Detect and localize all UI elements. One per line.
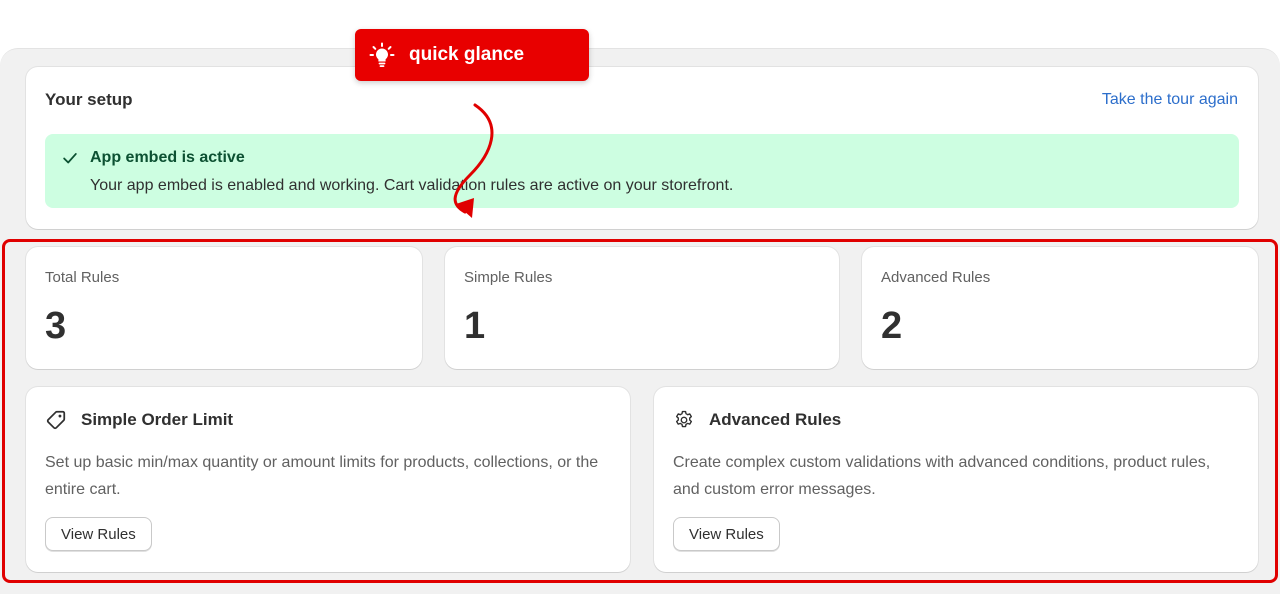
stat-value: 1 xyxy=(464,305,486,347)
feature-header: Simple Order Limit xyxy=(45,409,233,431)
advanced-rules-card: Advanced Rules Create complex custom val… xyxy=(654,387,1258,572)
stat-label: Total Rules xyxy=(45,269,120,286)
take-tour-link[interactable]: Take the tour again xyxy=(1102,91,1238,109)
stat-card-total-rules: Total Rules 3 xyxy=(26,247,422,369)
simple-order-limit-card: Simple Order Limit Set up basic min/max … xyxy=(26,387,630,572)
feature-title: Simple Order Limit xyxy=(81,410,234,429)
annotation-callout: quick glance xyxy=(355,29,589,81)
tag-icon xyxy=(46,410,66,430)
feature-header: Advanced Rules xyxy=(673,409,841,431)
stat-value: 2 xyxy=(881,305,903,347)
lightbulb-icon xyxy=(369,42,395,67)
stat-label: Advanced Rules xyxy=(881,269,991,286)
stat-card-advanced-rules: Advanced Rules 2 xyxy=(862,247,1258,369)
checkmark-icon xyxy=(63,153,77,164)
feature-title: Advanced Rules xyxy=(709,410,842,429)
stat-value: 3 xyxy=(45,305,67,347)
feature-description: Set up basic min/max quantity or amount … xyxy=(45,454,599,498)
feature-description: Create complex custom validations with a… xyxy=(673,454,1211,498)
stat-label: Simple Rules xyxy=(464,269,553,286)
setup-title: Your setup xyxy=(45,90,133,109)
view-advanced-rules-button[interactable]: View Rules xyxy=(673,517,780,551)
banner-text: Your app embed is enabled and working. C… xyxy=(90,177,734,194)
stat-card-simple-rules: Simple Rules 1 xyxy=(445,247,839,369)
banner-title: App embed is active xyxy=(90,149,245,166)
gear-icon xyxy=(675,410,693,428)
setup-card: Your setup Take the tour again App embed… xyxy=(26,67,1258,229)
callout-text: quick glance xyxy=(409,44,525,65)
view-simple-rules-button[interactable]: View Rules xyxy=(45,517,152,551)
app-embed-status-banner: App embed is active Your app embed is en… xyxy=(45,134,1239,208)
